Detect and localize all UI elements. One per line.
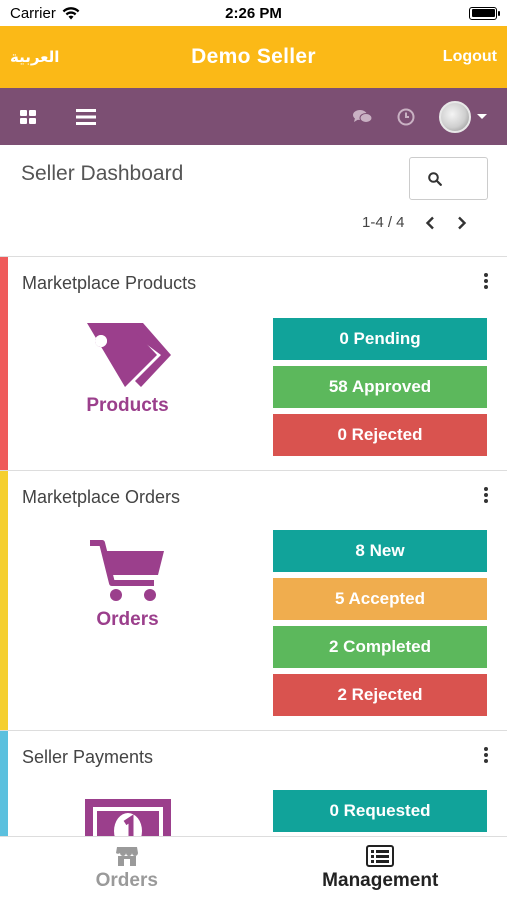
clock-icon[interactable]: [397, 108, 415, 126]
chevron-down-icon: [477, 114, 487, 119]
search-button[interactable]: [409, 157, 488, 200]
logout-button[interactable]: Logout: [443, 48, 497, 66]
user-menu[interactable]: [439, 100, 487, 133]
language-switch[interactable]: العربية: [10, 48, 59, 66]
list-icon: [366, 845, 395, 867]
approved-products-button[interactable]: 58 Approved: [273, 366, 487, 408]
products-link[interactable]: Products: [70, 319, 185, 417]
menu-icon[interactable]: [76, 108, 96, 125]
products-card: Marketplace Products Products 0 Pending …: [0, 257, 507, 471]
card-title: Seller Payments: [22, 747, 154, 767]
rejected-orders-button[interactable]: 2 Rejected: [273, 674, 487, 716]
orders-label: Orders: [96, 609, 159, 630]
requested-payments-button[interactable]: 0 Requested: [273, 790, 487, 832]
dashboard-title: Seller Dashboard: [21, 162, 184, 185]
tab-management-label: Management: [322, 870, 439, 891]
card-stripe: [0, 257, 8, 470]
card-title: Marketplace Products: [22, 273, 197, 293]
pending-products-button[interactable]: 0 Pending: [273, 318, 487, 360]
tab-bar: Orders Management: [0, 836, 507, 900]
wifi-icon: [62, 6, 80, 19]
toolbar: [0, 88, 507, 145]
search-icon: [428, 171, 442, 186]
pager: 1-4 / 4: [362, 214, 467, 231]
battery-icon: [469, 6, 500, 20]
new-orders-button[interactable]: 8 New: [273, 530, 487, 572]
carrier-label: Carrier: [10, 4, 56, 22]
carrier-info: Carrier: [10, 5, 80, 22]
tab-orders-label: Orders: [95, 870, 158, 891]
status-bar: Carrier 2:26 PM: [0, 0, 507, 26]
page-title: Demo Seller: [191, 45, 316, 68]
tag-icon: [86, 323, 171, 387]
accepted-orders-button[interactable]: 5 Accepted: [273, 578, 487, 620]
card-title: Marketplace Orders: [22, 487, 181, 507]
products-label: Products: [86, 395, 169, 416]
avatar[interactable]: [439, 100, 471, 133]
app-header: العربية Demo Seller Logout: [0, 26, 507, 88]
chevron-left-icon[interactable]: [425, 216, 435, 230]
orders-link[interactable]: Orders: [70, 539, 185, 631]
card-stripe: [0, 471, 8, 730]
chat-icon[interactable]: [353, 109, 373, 125]
tab-management[interactable]: Management: [254, 837, 507, 900]
completed-orders-button[interactable]: 2 Completed: [273, 626, 487, 668]
cart-icon: [89, 540, 164, 601]
orders-card: Marketplace Orders Orders 8 New 5 Accept…: [0, 471, 507, 731]
more-options-icon[interactable]: [483, 487, 489, 503]
chevron-right-icon[interactable]: [457, 216, 467, 230]
tab-orders[interactable]: Orders: [0, 837, 254, 900]
store-icon: [115, 847, 138, 866]
dashboard-cards: Marketplace Products Products 0 Pending …: [0, 256, 507, 871]
rejected-products-button[interactable]: 0 Rejected: [273, 414, 487, 456]
more-options-icon[interactable]: [483, 273, 489, 289]
pager-value: 1-4 / 4: [362, 214, 405, 231]
more-options-icon[interactable]: [483, 747, 489, 763]
grid-icon[interactable]: [20, 109, 36, 124]
